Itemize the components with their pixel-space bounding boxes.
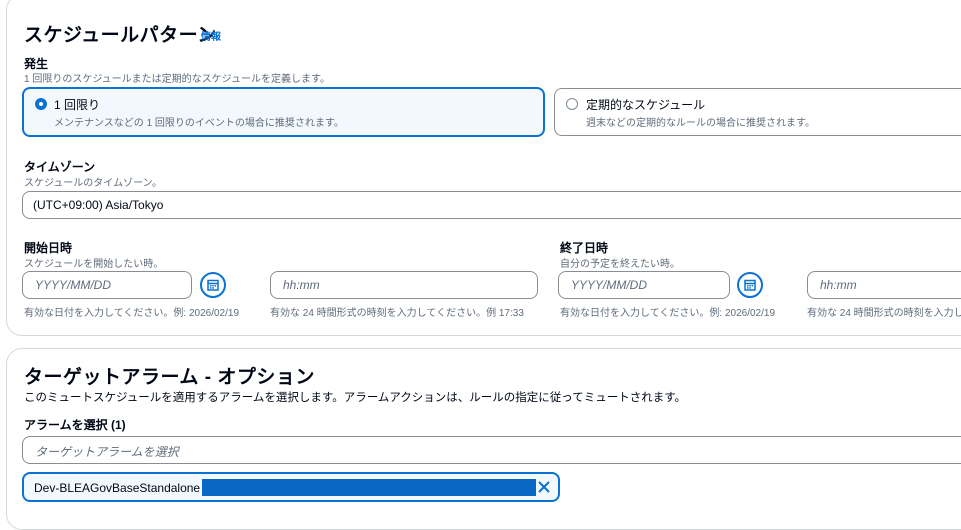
end-datetime-description: 自分の予定を終えたい時。 — [560, 259, 680, 270]
start-time-placeholder: hh:mm — [283, 278, 320, 292]
recurring-radio[interactable] — [566, 98, 578, 110]
option-recurring-tile[interactable]: 定期的なスケジュール 週末などの定期的なルールの場合に推奨されます。 — [554, 88, 961, 136]
redacted-block — [202, 479, 536, 496]
recurring-title: 定期的なスケジュール — [586, 98, 706, 112]
start-calendar-button[interactable] — [200, 272, 226, 298]
start-date-input[interactable]: YYYY/MM/DD — [22, 271, 192, 299]
option-one-time-tile[interactable]: 1 回限り メンテナンスなどの 1 回限りのイベントの場合に推奨されます。 — [22, 87, 545, 137]
one-time-description: メンテナンスなどの 1 回限りのイベントの場合に推奨されます。 — [54, 118, 344, 129]
end-calendar-button[interactable] — [737, 272, 763, 298]
selected-alarm-token: Dev-BLEAGovBaseStandalone — [22, 472, 560, 502]
start-time-hint: 有効な 24 時間形式の時刻を入力してください。例 17:33 — [270, 308, 524, 319]
info-link[interactable]: 情報 — [201, 28, 221, 43]
start-date-placeholder: YYYY/MM/DD — [35, 278, 112, 292]
end-date-input[interactable]: YYYY/MM/DD — [558, 271, 730, 299]
select-alarm-label: アラームを選択 (1) — [24, 418, 126, 432]
start-datetime-description: スケジュールを開始したい時。 — [24, 259, 164, 270]
selected-alarm-label: Dev-BLEAGovBaseStandalone — [34, 481, 201, 495]
recurring-description: 週末などの定期的なルールの場合に推奨されます。 — [586, 118, 815, 129]
start-datetime-label: 開始日時 — [24, 241, 73, 255]
one-time-title: 1 回限り — [54, 98, 101, 112]
start-time-input[interactable]: hh:mm — [270, 271, 538, 299]
schedule-pattern-title: スケジュールパターン — [24, 25, 217, 46]
one-time-radio[interactable] — [35, 98, 47, 110]
occurrence-description: 1 回限りのスケジュールまたは定期的なスケジュールを定義します。 — [24, 74, 330, 85]
remove-token-icon[interactable] — [537, 480, 551, 494]
calendar-icon — [207, 279, 219, 291]
target-alarm-select[interactable]: ターゲットアラームを選択 — [22, 436, 961, 464]
target-alarms-title: ターゲットアラーム - オプション — [24, 367, 315, 388]
end-time-input[interactable]: hh:mm — [807, 271, 961, 299]
target-alarms-description: このミュートスケジュールを適用するアラームを選択します。アラームアクションは、ル… — [24, 392, 687, 404]
calendar-icon — [744, 279, 756, 291]
target-alarm-placeholder: ターゲットアラームを選択 — [35, 445, 179, 459]
end-time-hint: 有効な 24 時間形式の時刻を入力してくだ — [807, 308, 961, 319]
end-date-placeholder: YYYY/MM/DD — [571, 278, 648, 292]
end-date-hint: 有効な日付を入力してください。例: 2026/02/19 — [560, 308, 776, 319]
end-time-placeholder: hh:mm — [820, 278, 857, 292]
start-date-hint: 有効な日付を入力してください。例: 2026/02/19 — [24, 308, 240, 319]
timezone-value: (UTC+09:00) Asia/Tokyo — [33, 198, 164, 212]
timezone-select[interactable]: (UTC+09:00) Asia/Tokyo — [22, 191, 961, 219]
timezone-description: スケジュールのタイムゾーン。 — [24, 178, 162, 189]
end-datetime-label: 終了日時 — [560, 241, 609, 255]
timezone-label: タイムゾーン — [24, 160, 96, 174]
